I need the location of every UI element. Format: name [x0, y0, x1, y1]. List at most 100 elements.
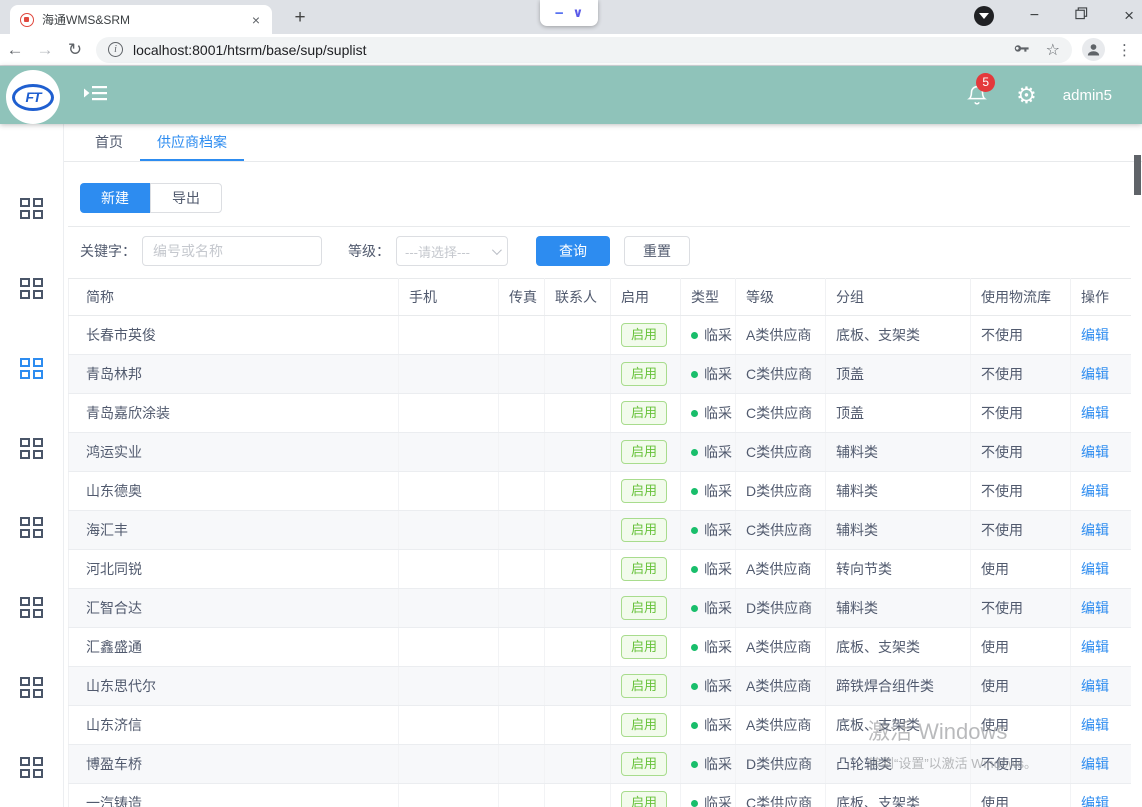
edit-link[interactable]: 编辑 [1081, 717, 1109, 733]
edit-link[interactable]: 编辑 [1081, 795, 1109, 807]
tab-home[interactable]: 首页 [78, 124, 140, 161]
table-row[interactable]: 博盈车桥 启用 临采 D类供应商 凸轮轴类 不使用 编辑 [69, 745, 1131, 784]
edit-link[interactable]: 编辑 [1081, 561, 1109, 577]
edit-link[interactable]: 编辑 [1081, 600, 1109, 616]
table-row[interactable]: 山东思代尔 启用 临采 A类供应商 蹄铁焊合组件类 使用 编辑 [69, 667, 1131, 706]
url-text[interactable]: localhost:8001/htsrm/base/sup/suplist [133, 42, 1013, 58]
password-key-icon[interactable] [1013, 41, 1030, 58]
enabled-badge: 启用 [621, 479, 667, 503]
reload-icon[interactable]: ↻ [60, 40, 90, 60]
supplier-logistics-cell: 使用 [971, 784, 1071, 807]
supplier-group-cell: 辅料类 [826, 589, 971, 628]
enabled-badge: 启用 [621, 635, 667, 659]
tab-supplier-archive[interactable]: 供应商档案 [140, 124, 244, 161]
export-button[interactable]: 导出 [150, 183, 222, 213]
sidebar-menu-item[interactable] [0, 568, 63, 648]
sidebar-menu-item[interactable] [0, 249, 63, 329]
enabled-badge: 启用 [621, 752, 667, 776]
sidebar-menu-item[interactable] [0, 488, 63, 568]
favicon-icon [20, 13, 34, 27]
address-bar[interactable]: i localhost:8001/htsrm/base/sup/suplist … [96, 37, 1072, 63]
browser-tabstrip: 海通WMS&SRM × + − ∨ − × [0, 0, 1142, 34]
edit-link[interactable]: 编辑 [1081, 756, 1109, 772]
browser-menu-icon[interactable]: ⋮ [1117, 41, 1132, 59]
sidebar-menu-item[interactable] [0, 648, 63, 728]
supplier-phone-cell [399, 511, 499, 550]
new-tab-button[interactable]: + [288, 6, 312, 30]
edit-link[interactable]: 编辑 [1081, 522, 1109, 538]
enabled-badge: 启用 [621, 791, 667, 807]
record-indicator-icon[interactable] [974, 6, 994, 26]
sidebar-menu-item[interactable] [0, 169, 63, 249]
page-scrollbar-thumb[interactable] [1134, 155, 1141, 195]
table-row[interactable]: 山东德奥 启用 临采 D类供应商 辅料类 不使用 编辑 [69, 472, 1131, 511]
supplier-table: 简称手机传真联系人启用类型等级分组使用物流库操作 长春市英俊 启用 临采 A类供… [68, 278, 1131, 807]
supplier-fax-cell [499, 511, 545, 550]
extension-widget[interactable]: − ∨ [540, 0, 598, 26]
supplier-phone-cell [399, 472, 499, 511]
bookmark-star-icon[interactable]: ☆ [1046, 40, 1060, 60]
supplier-contact-cell [545, 472, 611, 511]
site-info-icon[interactable]: i [108, 42, 123, 57]
edit-link[interactable]: 编辑 [1081, 405, 1109, 421]
back-icon[interactable]: ← [0, 40, 30, 60]
edit-link[interactable]: 编辑 [1081, 483, 1109, 499]
table-row[interactable]: 山东济信 启用 临采 A类供应商 底板、支架类 使用 编辑 [69, 706, 1131, 745]
query-button[interactable]: 查询 [536, 236, 610, 266]
supplier-actions-cell: 编辑 [1071, 667, 1131, 706]
edit-link[interactable]: 编辑 [1081, 678, 1109, 694]
table-row[interactable]: 青岛嘉欣涂装 启用 临采 C类供应商 顶盖 不使用 编辑 [69, 394, 1131, 433]
widget-minimize-icon[interactable]: − [555, 5, 564, 22]
supplier-name-cell: 青岛嘉欣涂装 [69, 394, 399, 433]
table-row[interactable]: 汇鑫盛通 启用 临采 A类供应商 底板、支架类 使用 编辑 [69, 628, 1131, 667]
divider [68, 226, 1130, 227]
browser-tab-title: 海通WMS&SRM [42, 11, 250, 28]
window-minimize-button[interactable]: − [1030, 7, 1039, 25]
supplier-type-cell: 临采 [681, 394, 736, 433]
supplier-phone-cell [399, 667, 499, 706]
supplier-type-cell: 临采 [681, 667, 736, 706]
supplier-level-cell: A类供应商 [736, 316, 826, 355]
supplier-contact-cell [545, 433, 611, 472]
edit-link[interactable]: 编辑 [1081, 366, 1109, 382]
reset-button[interactable]: 重置 [624, 236, 690, 266]
settings-gear-icon[interactable]: ⚙ [1016, 84, 1037, 107]
new-button[interactable]: 新建 [80, 183, 150, 213]
browser-tab[interactable]: 海通WMS&SRM × [10, 5, 272, 34]
supplier-enabled-cell: 启用 [611, 550, 681, 589]
supplier-fax-cell [499, 589, 545, 628]
supplier-logistics-cell: 不使用 [971, 472, 1071, 511]
table-row[interactable]: 长春市英俊 启用 临采 A类供应商 底板、支架类 不使用 编辑 [69, 316, 1131, 355]
forward-icon[interactable]: → [30, 40, 60, 60]
sidebar [0, 124, 64, 807]
table-row[interactable]: 青岛林邦 启用 临采 C类供应商 顶盖 不使用 编辑 [69, 355, 1131, 394]
table-row[interactable]: 一汽铸造 启用 临采 C类供应商 底板、支架类 使用 编辑 [69, 784, 1131, 807]
sidebar-menu-item[interactable] [0, 408, 63, 488]
sidebar-menu-item[interactable] [0, 329, 63, 409]
edit-link[interactable]: 编辑 [1081, 639, 1109, 655]
window-restore-button[interactable] [1075, 7, 1088, 25]
supplier-type-cell: 临采 [681, 589, 736, 628]
notification-bell-button[interactable]: 5 [966, 82, 990, 108]
table-row[interactable]: 汇智合达 启用 临采 D类供应商 辅料类 不使用 编辑 [69, 589, 1131, 628]
level-select[interactable]: ---请选择--- [396, 236, 508, 266]
current-username[interactable]: admin5 [1063, 87, 1112, 104]
table-row[interactable]: 鸿运实业 启用 临采 C类供应商 辅料类 不使用 编辑 [69, 433, 1131, 472]
sidebar-collapse-icon[interactable] [84, 84, 108, 107]
supplier-fax-cell [499, 667, 545, 706]
table-row[interactable]: 海汇丰 启用 临采 C类供应商 辅料类 不使用 编辑 [69, 511, 1131, 550]
column-header: 联系人 [545, 279, 611, 316]
tab-close-icon[interactable]: × [250, 12, 262, 28]
supplier-type-cell: 临采 [681, 511, 736, 550]
supplier-logistics-cell: 不使用 [971, 433, 1071, 472]
window-close-button[interactable]: × [1124, 6, 1134, 26]
profile-avatar[interactable] [1082, 38, 1105, 61]
edit-link[interactable]: 编辑 [1081, 327, 1109, 343]
status-dot-icon [691, 488, 698, 495]
widget-chevron-down-icon[interactable]: ∨ [573, 5, 584, 21]
edit-link[interactable]: 编辑 [1081, 444, 1109, 460]
sidebar-menu-item[interactable] [0, 727, 63, 807]
keyword-input[interactable] [142, 236, 322, 266]
supplier-contact-cell [545, 706, 611, 745]
table-row[interactable]: 河北同锐 启用 临采 A类供应商 转向节类 使用 编辑 [69, 550, 1131, 589]
